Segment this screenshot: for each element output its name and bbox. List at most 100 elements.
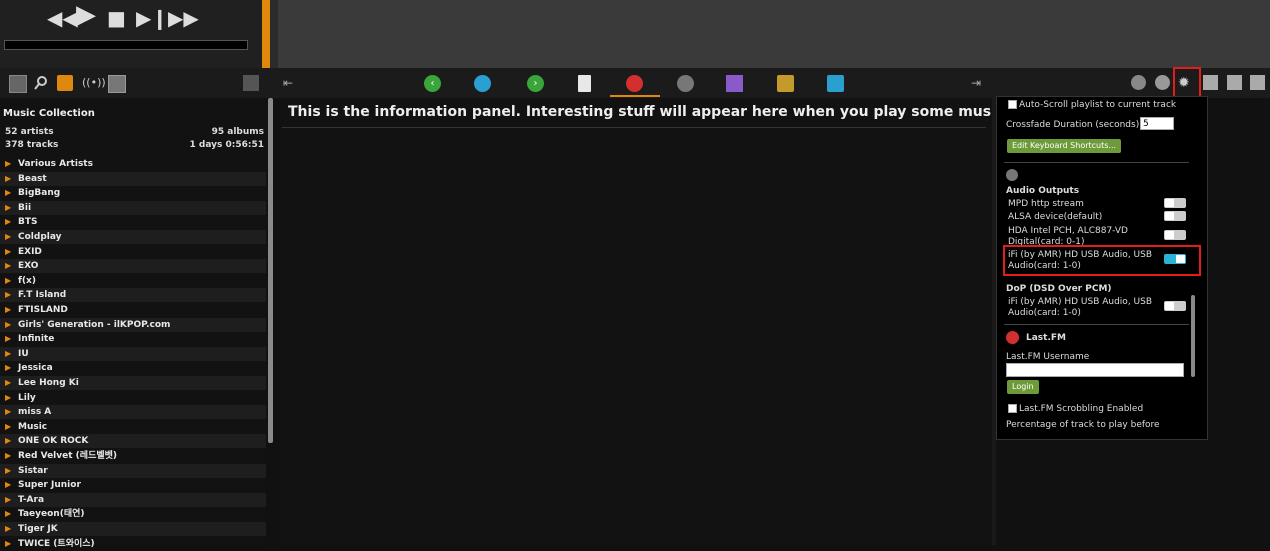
- artist-item[interactable]: ▶ Beast: [0, 172, 266, 186]
- sidebar-scrollbar[interactable]: [268, 98, 273, 443]
- albumart-icon[interactable]: [108, 75, 126, 93]
- expand-left-icon[interactable]: ⇤: [283, 75, 299, 91]
- expand-arrow-icon[interactable]: ▶: [5, 347, 11, 361]
- artist-item[interactable]: ▶ Infinite: [0, 332, 266, 346]
- expand-arrow-icon[interactable]: ▶: [5, 522, 11, 536]
- expand-arrow-icon[interactable]: ▶: [5, 274, 11, 288]
- artist-item[interactable]: ▶ BTS: [0, 215, 266, 229]
- login-button[interactable]: Login: [1007, 380, 1039, 394]
- artist-item[interactable]: ▶ EXO: [0, 259, 266, 273]
- next-icon[interactable]: ▶▶: [168, 6, 199, 30]
- forward-icon[interactable]: ›: [527, 75, 544, 92]
- expand-arrow-icon[interactable]: ▶: [5, 303, 11, 317]
- expand-arrow-icon[interactable]: ▶: [5, 478, 11, 492]
- back-icon[interactable]: ‹: [424, 75, 441, 92]
- expand-arrow-icon[interactable]: ▶: [5, 332, 11, 346]
- search-icon[interactable]: [33, 75, 49, 91]
- previous-icon[interactable]: ◀◀: [47, 6, 78, 30]
- expand-arrow-icon[interactable]: ▶: [5, 215, 11, 229]
- artist-item[interactable]: ▶ Super Junior: [0, 478, 266, 492]
- expand-arrow-icon[interactable]: ▶: [5, 230, 11, 244]
- radio-icon[interactable]: ((•)): [82, 75, 106, 91]
- crossfade-input[interactable]: [1140, 117, 1174, 130]
- expand-arrow-icon[interactable]: ▶: [5, 405, 11, 419]
- output-toggle[interactable]: [1164, 198, 1186, 208]
- artist-item[interactable]: ▶ FTISLAND: [0, 303, 266, 317]
- play-icon[interactable]: ▶: [76, 2, 96, 28]
- expand-arrow-icon[interactable]: ▶: [5, 493, 11, 507]
- expand-arrow-icon[interactable]: ▶: [5, 449, 11, 463]
- playlist-save-icon[interactable]: [1227, 75, 1242, 90]
- edit-keyboard-shortcuts-button[interactable]: Edit Keyboard Shortcuts...: [1007, 139, 1122, 153]
- artist-item[interactable]: ▶ EXID: [0, 245, 266, 259]
- library-icon[interactable]: [9, 75, 27, 93]
- stop-icon[interactable]: ■: [107, 6, 126, 30]
- prefs-scrollbar[interactable]: [1191, 295, 1195, 377]
- expand-arrow-icon[interactable]: ▶: [5, 288, 11, 302]
- artist-item[interactable]: ▶ ONE OK ROCK: [0, 434, 266, 448]
- artist-item[interactable]: ▶ TWICE (트와이스): [0, 537, 266, 551]
- lastfm-logo-icon: [1006, 331, 1019, 344]
- scrobbling-checkbox[interactable]: [1008, 404, 1017, 413]
- album-icon[interactable]: [726, 75, 743, 92]
- expand-arrow-icon[interactable]: ▶: [5, 157, 11, 171]
- artist-item[interactable]: ▶ IU: [0, 347, 266, 361]
- info-message: This is the information panel. Interesti…: [288, 104, 1005, 120]
- expand-right-icon[interactable]: ⇥: [971, 75, 987, 91]
- folder-icon[interactable]: [57, 75, 73, 91]
- artist-item[interactable]: ▶ Various Artists: [0, 157, 266, 171]
- artist-item[interactable]: ▶ Jessica: [0, 361, 266, 375]
- artist-item[interactable]: ▶ miss A: [0, 405, 266, 419]
- artist-item[interactable]: ▶ Music: [0, 420, 266, 434]
- expand-arrow-icon[interactable]: ▶: [5, 245, 11, 259]
- expand-arrow-icon[interactable]: ▶: [5, 464, 11, 478]
- expand-arrow-icon[interactable]: ▶: [5, 434, 11, 448]
- artist-item[interactable]: ▶ Girls' Generation - ilKPOP.com: [0, 318, 266, 332]
- volume-bar[interactable]: [262, 0, 270, 68]
- artist-name: Beast: [18, 174, 47, 184]
- playlist-clear-icon[interactable]: [1250, 75, 1265, 90]
- artist-item[interactable]: ▶ BigBang: [0, 186, 266, 200]
- lyrics-icon[interactable]: [677, 75, 694, 92]
- expand-arrow-icon[interactable]: ▶: [5, 259, 11, 273]
- artist-item[interactable]: ▶ Sistar: [0, 464, 266, 478]
- hide-panel-icon[interactable]: [243, 75, 259, 91]
- alarm-icon[interactable]: [1155, 75, 1170, 90]
- artist-item[interactable]: ▶ f(x): [0, 274, 266, 288]
- expand-arrow-icon[interactable]: ▶: [5, 376, 11, 390]
- stop-after-icon[interactable]: ▶❙: [136, 6, 168, 30]
- artist-item[interactable]: ▶ Coldplay: [0, 230, 266, 244]
- expand-arrow-icon[interactable]: ▶: [5, 318, 11, 332]
- expand-arrow-icon[interactable]: ▶: [5, 507, 11, 521]
- expand-arrow-icon[interactable]: ▶: [5, 361, 11, 375]
- expand-arrow-icon[interactable]: ▶: [5, 420, 11, 434]
- artist-item[interactable]: ▶ Tiger JK: [0, 522, 266, 536]
- scrobbling-label: Last.FM Scrobbling Enabled: [1019, 404, 1144, 414]
- artist-item[interactable]: ▶ F.T Island: [0, 288, 266, 302]
- playlist-add-icon[interactable]: [1203, 75, 1218, 90]
- artist-item[interactable]: ▶ Taeyeon(태연): [0, 507, 266, 521]
- artist-item[interactable]: ▶ Red Velvet (레드벨벳): [0, 449, 266, 463]
- lastfm-icon[interactable]: [626, 75, 643, 92]
- expand-arrow-icon[interactable]: ▶: [5, 201, 11, 215]
- artist-item[interactable]: ▶ Lily: [0, 391, 266, 405]
- expand-arrow-icon[interactable]: ▶: [5, 391, 11, 405]
- dop-toggle[interactable]: [1164, 301, 1186, 311]
- output-toggle[interactable]: [1164, 211, 1186, 221]
- musicbrainz-icon[interactable]: [827, 75, 844, 92]
- artist-item[interactable]: ▶ Lee Hong Ki: [0, 376, 266, 390]
- expand-arrow-icon[interactable]: ▶: [5, 172, 11, 186]
- play-settings-icon[interactable]: [1131, 75, 1146, 90]
- progress-bar[interactable]: [4, 40, 248, 50]
- artist-item[interactable]: ▶ T-Ara: [0, 493, 266, 507]
- autoscroll-checkbox[interactable]: [1008, 100, 1017, 109]
- lastfm-username-input[interactable]: [1006, 363, 1184, 377]
- crossfade-label: Crossfade Duration (seconds): [1006, 120, 1140, 130]
- history-icon[interactable]: [474, 75, 491, 92]
- expand-arrow-icon[interactable]: ▶: [5, 537, 11, 551]
- expand-arrow-icon[interactable]: ▶: [5, 186, 11, 200]
- info-page-icon[interactable]: [578, 75, 591, 92]
- soundcloud-icon[interactable]: [777, 75, 794, 92]
- output-toggle[interactable]: [1164, 230, 1186, 240]
- artist-item[interactable]: ▶ Bii: [0, 201, 266, 215]
